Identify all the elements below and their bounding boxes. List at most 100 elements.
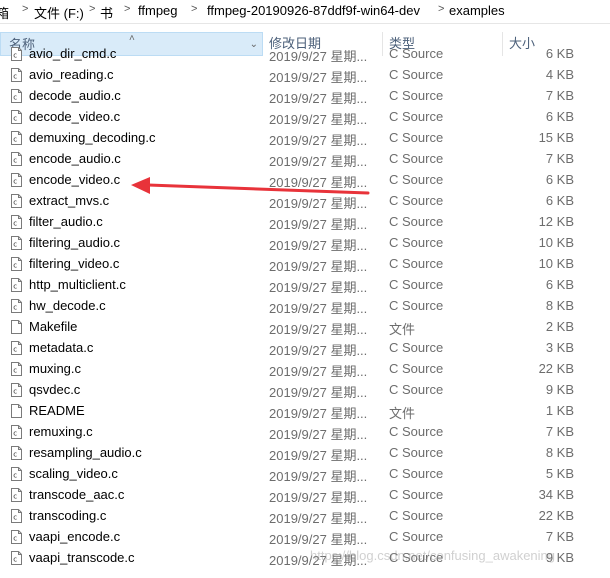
file-size: 8 KB (545, 298, 574, 313)
file-row[interactable]: c remuxing.c 2019/9/27 星期... C Source 7 KB (0, 422, 610, 443)
c-source-file-icon: c (11, 509, 22, 523)
c-source-file-icon: c (11, 383, 22, 397)
chevron-right-icon[interactable]: > (89, 3, 95, 15)
file-type: C Source (389, 277, 444, 292)
c-source-file-icon: c (11, 467, 22, 481)
file-row[interactable]: c filtering_audio.c 2019/9/27 星期... C Sourc… (0, 233, 610, 254)
file-row[interactable]: Makefile 2019/9/27 星期... 文件 2 KB (0, 317, 610, 338)
chevron-right-icon[interactable]: > (438, 3, 444, 15)
file-row[interactable]: c encode_audio.c 2019/9/27 星期... C Source 7 … (0, 149, 610, 170)
file-name: remuxing.c (29, 424, 93, 439)
file-date: 2019/9/27 星期... (269, 385, 368, 400)
c-source-file-icon: c (11, 488, 22, 502)
file-row[interactable]: c http_multiclient.c 2019/9/27 星期... C Sour… (0, 275, 610, 296)
svg-text:c: c (13, 556, 17, 564)
file-row[interactable]: c decode_video.c 2019/9/27 星期... C Source 6 … (0, 107, 610, 128)
file-size: 10 KB (538, 256, 574, 271)
c-source-file-icon: c (11, 215, 22, 229)
file-date: 2019/9/27 星期... (269, 364, 368, 379)
file-row[interactable]: c demuxing_decoding.c 2019/9/27 星期... C Sou… (0, 128, 610, 149)
file-size: 10 KB (538, 235, 574, 250)
svg-text:c: c (13, 388, 17, 396)
svg-text:c: c (13, 451, 17, 459)
file-name: avio_reading.c (29, 67, 114, 82)
c-source-file-icon: c (11, 446, 22, 460)
file-name: qsvdec.c (29, 382, 81, 397)
file-row[interactable]: c qsvdec.c 2019/9/27 星期... C Source 9 KB (0, 380, 610, 401)
c-source-file-icon: c (11, 173, 22, 187)
file-name: Makefile (29, 319, 78, 334)
file-type: C Source (389, 382, 444, 397)
file-type: C Source (389, 529, 444, 544)
breadcrumb-segment[interactable]: ffmpeg (138, 3, 178, 18)
file-size: 22 KB (538, 361, 574, 376)
file-date: 2019/9/27 星期... (269, 196, 368, 211)
file-date: 2019/9/27 星期... (269, 511, 368, 526)
file-row[interactable]: c resampling_audio.c 2019/9/27 星期... C Sour… (0, 443, 610, 464)
file-row[interactable]: c metadata.c 2019/9/27 星期... C Source 3 KB (0, 338, 610, 359)
file-type: C Source (389, 340, 444, 355)
file-size: 12 KB (538, 214, 574, 229)
file-row[interactable]: c avio_dir_cmd.c 2019/9/27 星期... C Source 6 … (0, 46, 610, 65)
file-size: 15 KB (538, 130, 574, 145)
breadcrumb-segment[interactable]: ffmpeg-20190926-87ddf9f-win64-dev (207, 3, 420, 18)
file-name: filtering_audio.c (29, 235, 121, 250)
file-type: C Source (389, 445, 444, 460)
file-size: 2 KB (545, 319, 574, 334)
file-name: transcode_aac.c (29, 487, 125, 502)
file-size: 22 KB (538, 508, 574, 523)
file-date: 2019/9/27 星期... (269, 490, 368, 505)
file-type: C Source (389, 256, 444, 271)
svg-text:c: c (13, 472, 17, 480)
file-size: 34 KB (538, 487, 574, 502)
file-name: encode_video.c (29, 172, 121, 187)
chevron-right-icon[interactable]: > (124, 3, 130, 15)
file-date: 2019/9/27 星期... (269, 301, 368, 316)
svg-text:c: c (13, 136, 17, 144)
breadcrumb-segment[interactable]: 文件 (F:) (34, 3, 84, 22)
breadcrumb-segment[interactable]: 箱 (0, 3, 9, 22)
svg-text:c: c (13, 73, 17, 81)
file-row[interactable]: c encode_video.c 2019/9/27 星期... C Source 6 … (0, 170, 610, 191)
file-row[interactable]: c filtering_video.c 2019/9/27 星期... C Sourc… (0, 254, 610, 275)
c-source-file-icon: c (11, 194, 22, 208)
file-size: 7 KB (545, 151, 574, 166)
file-size: 6 KB (545, 172, 574, 187)
c-source-file-icon: c (11, 89, 22, 103)
file-row[interactable]: c muxing.c 2019/9/27 星期... C Source 22 KB (0, 359, 610, 380)
svg-text:c: c (13, 157, 17, 165)
file-name: extract_mvs.c (29, 193, 110, 208)
file-row[interactable]: c scaling_video.c 2019/9/27 星期... C Source 5… (0, 464, 610, 485)
file-row[interactable]: c decode_audio.c 2019/9/27 星期... C Source 7 … (0, 86, 610, 107)
svg-text:c: c (13, 367, 17, 375)
file-type: C Source (389, 151, 444, 166)
file-size: 8 KB (545, 445, 574, 460)
breadcrumb-segment[interactable]: 书 (100, 3, 113, 22)
svg-text:c: c (13, 514, 17, 522)
watermark: https://blog.csdn.net/confusing_awakenin… (310, 548, 556, 563)
file-row[interactable]: c avio_reading.c 2019/9/27 星期... C Source 4 … (0, 65, 610, 86)
file-name: filtering_video.c (29, 256, 120, 271)
file-type: C Source (389, 424, 444, 439)
file-row[interactable]: c extract_mvs.c 2019/9/27 星期... C Source 6 K… (0, 191, 610, 212)
file-date: 2019/9/27 星期... (269, 175, 368, 190)
file-size: 3 KB (545, 340, 574, 355)
svg-text:c: c (13, 52, 17, 60)
svg-text:c: c (13, 430, 17, 438)
file-row[interactable]: c hw_decode.c 2019/9/27 星期... C Source 8 KB (0, 296, 610, 317)
file-size: 6 KB (545, 277, 574, 292)
c-source-file-icon: c (11, 131, 22, 145)
file-date: 2019/9/27 星期... (269, 406, 368, 421)
file-row[interactable]: README 2019/9/27 星期... 文件 1 KB (0, 401, 610, 422)
file-row[interactable]: c vaapi_encode.c 2019/9/27 星期... C Source 7 … (0, 527, 610, 548)
chevron-right-icon[interactable]: > (191, 3, 197, 15)
c-source-file-icon: c (11, 152, 22, 166)
svg-text:c: c (13, 220, 17, 228)
file-row[interactable]: c filter_audio.c 2019/9/27 星期... C Source 12… (0, 212, 610, 233)
chevron-right-icon[interactable]: > (22, 3, 28, 15)
file-row[interactable]: c transcoding.c 2019/9/27 星期... C Source 22 … (0, 506, 610, 527)
file-row[interactable]: c transcode_aac.c 2019/9/27 星期... C Source 3… (0, 485, 610, 506)
file-type: C Source (389, 235, 444, 250)
breadcrumb-segment[interactable]: examples (449, 3, 505, 18)
file-size: 6 KB (545, 46, 574, 61)
